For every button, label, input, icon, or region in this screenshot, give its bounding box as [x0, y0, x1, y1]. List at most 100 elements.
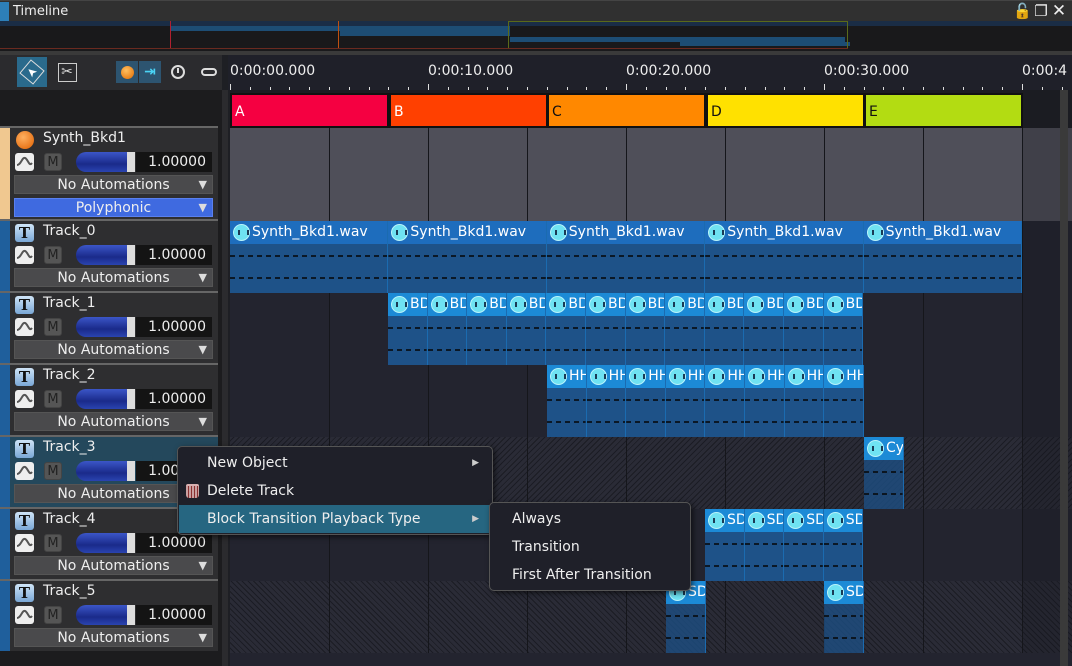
- volume-value[interactable]: 1.00000: [136, 317, 212, 337]
- audio-clip[interactable]: Cy: [864, 437, 904, 509]
- audio-clip[interactable]: HH: [824, 365, 864, 437]
- volume-slider[interactable]: [76, 605, 136, 625]
- audio-clip[interactable]: BD: [467, 293, 507, 365]
- link-button[interactable]: [196, 57, 222, 87]
- track-header-synth_bkd1[interactable]: Synth_Bkd1 M 1.00000 No Automations ▼ Polypho…: [0, 126, 218, 221]
- track-header-track_5[interactable]: T Track_5 M 1.00000 No Automations ▼: [0, 579, 218, 651]
- audio-clip[interactable]: BD: [625, 293, 666, 365]
- automation-curve-icon[interactable]: [15, 606, 34, 624]
- cut-tool-button[interactable]: ✂: [52, 57, 82, 87]
- track-name[interactable]: Synth_Bkd1: [43, 130, 126, 146]
- audio-clip[interactable]: Synth_Bkd1.wav: [546, 221, 706, 293]
- audio-clip[interactable]: Synth_Bkd1.wav: [863, 221, 1022, 293]
- track-name[interactable]: Track_1: [43, 295, 96, 311]
- restore-icon[interactable]: ❐: [1033, 3, 1049, 19]
- audio-clip[interactable]: BD: [823, 293, 864, 365]
- volume-slider-handle[interactable]: [127, 533, 136, 553]
- automation-dropdown[interactable]: No Automations ▼: [14, 268, 213, 287]
- segment-e[interactable]: E: [864, 93, 1023, 128]
- audio-clip[interactable]: SD: [705, 509, 745, 581]
- volume-slider-handle[interactable]: [127, 461, 136, 481]
- volume-slider[interactable]: [76, 533, 136, 553]
- mute-button[interactable]: M: [44, 246, 62, 264]
- audio-clip[interactable]: SD: [784, 509, 824, 581]
- submenu-item-first-after-transition[interactable]: First After Transition: [491, 561, 689, 589]
- segment-d[interactable]: D: [706, 93, 865, 128]
- track-header-track_0[interactable]: T Track_0 M 1.00000 No Automations ▼: [0, 219, 218, 291]
- mute-button[interactable]: M: [44, 153, 62, 171]
- audio-clip[interactable]: SD: [744, 509, 785, 581]
- audio-clip[interactable]: HH: [705, 365, 745, 437]
- audio-clip[interactable]: Synth_Bkd1.wav: [388, 221, 547, 293]
- automation-curve-icon[interactable]: [15, 153, 34, 171]
- mute-button[interactable]: M: [44, 318, 62, 336]
- menu-item-delete-track[interactable]: Delete Track: [179, 477, 491, 505]
- audio-clip[interactable]: BD: [784, 293, 824, 365]
- track-name[interactable]: Track_4: [43, 511, 96, 527]
- automation-dropdown[interactable]: No Automations ▼: [14, 556, 213, 575]
- automation-curve-icon[interactable]: [15, 246, 34, 264]
- volume-slider-handle[interactable]: [127, 317, 136, 337]
- automation-curve-icon[interactable]: [15, 534, 34, 552]
- automation-dropdown[interactable]: No Automations ▼: [14, 412, 213, 431]
- overview-viewport[interactable]: [508, 21, 848, 49]
- menu-item-new-object[interactable]: New Object ▶: [179, 449, 491, 477]
- clock-button[interactable]: [167, 57, 189, 87]
- audio-clip[interactable]: SD: [666, 581, 706, 653]
- submenu-item-always[interactable]: Always: [491, 505, 689, 533]
- track-header-track_1[interactable]: T Track_1 M 1.00000 No Automations ▼: [0, 291, 218, 363]
- volume-slider-handle[interactable]: [127, 245, 136, 265]
- time-ruler[interactable]: 0:00:00.000 0:00:10.000 0:00:20.000 0:00…: [228, 55, 1072, 90]
- track-name[interactable]: Track_2: [43, 367, 96, 383]
- volume-slider[interactable]: [76, 317, 136, 337]
- audio-clip[interactable]: BD: [506, 293, 547, 365]
- volume-slider[interactable]: [76, 389, 136, 409]
- volume-slider[interactable]: [76, 152, 136, 172]
- timeline-overview[interactable]: [0, 21, 1072, 51]
- submenu-item-transition[interactable]: Transition: [491, 533, 689, 561]
- audio-clip[interactable]: BD: [427, 293, 468, 365]
- volume-slider-handle[interactable]: [127, 152, 136, 172]
- track-header-track_2[interactable]: T Track_2 M 1.00000 No Automations ▼: [0, 363, 218, 435]
- snap-button[interactable]: ⇥: [139, 61, 161, 83]
- audio-clip[interactable]: HH: [626, 365, 666, 437]
- volume-slider-handle[interactable]: [127, 605, 136, 625]
- audio-clip[interactable]: SD: [824, 581, 864, 653]
- volume-value[interactable]: 1.00000: [136, 152, 212, 172]
- audio-clip[interactable]: HH: [745, 365, 785, 437]
- track-name[interactable]: Track_5: [43, 583, 96, 599]
- record-button[interactable]: [116, 61, 138, 83]
- volume-slider-handle[interactable]: [127, 389, 136, 409]
- audio-clip[interactable]: Synth_Bkd1.wav: [230, 221, 389, 293]
- volume-slider[interactable]: [76, 245, 136, 265]
- volume-value[interactable]: 1.00000: [136, 533, 212, 553]
- audio-clip[interactable]: Synth_Bkd1.wav: [705, 221, 864, 293]
- mute-button[interactable]: M: [44, 534, 62, 552]
- track-name[interactable]: Track_3: [43, 439, 96, 455]
- close-icon[interactable]: ✕: [1051, 3, 1067, 20]
- audio-clip[interactable]: BD: [744, 293, 784, 365]
- voice-mode-dropdown[interactable]: Polyphonic ▼: [14, 198, 213, 217]
- mute-button[interactable]: M: [44, 390, 62, 408]
- volume-value[interactable]: 1.00000: [136, 605, 212, 625]
- automation-dropdown[interactable]: No Automations ▼: [14, 175, 213, 194]
- volume-value[interactable]: 1.00000: [136, 389, 212, 409]
- audio-clip[interactable]: BD: [546, 293, 586, 365]
- mute-button[interactable]: M: [44, 606, 62, 624]
- automation-curve-icon[interactable]: [15, 462, 34, 480]
- vertical-scrollbar[interactable]: [1060, 90, 1068, 666]
- audio-clip[interactable]: BD: [388, 293, 428, 365]
- automation-curve-icon[interactable]: [15, 390, 34, 408]
- automation-dropdown[interactable]: No Automations ▼: [14, 628, 213, 647]
- audio-clip[interactable]: HH: [665, 365, 706, 437]
- audio-clip[interactable]: BD: [586, 293, 626, 365]
- select-tool-button[interactable]: ➤: [17, 57, 47, 87]
- audio-clip[interactable]: SD: [823, 509, 864, 581]
- audio-clip[interactable]: HH: [784, 365, 825, 437]
- audio-clip[interactable]: HH: [586, 365, 627, 437]
- lock-icon[interactable]: 🔓: [1013, 3, 1032, 19]
- audio-clip[interactable]: BD: [704, 293, 745, 365]
- segment-c[interactable]: C: [547, 93, 706, 128]
- segment-b[interactable]: B: [389, 93, 548, 128]
- mute-button[interactable]: M: [44, 462, 62, 480]
